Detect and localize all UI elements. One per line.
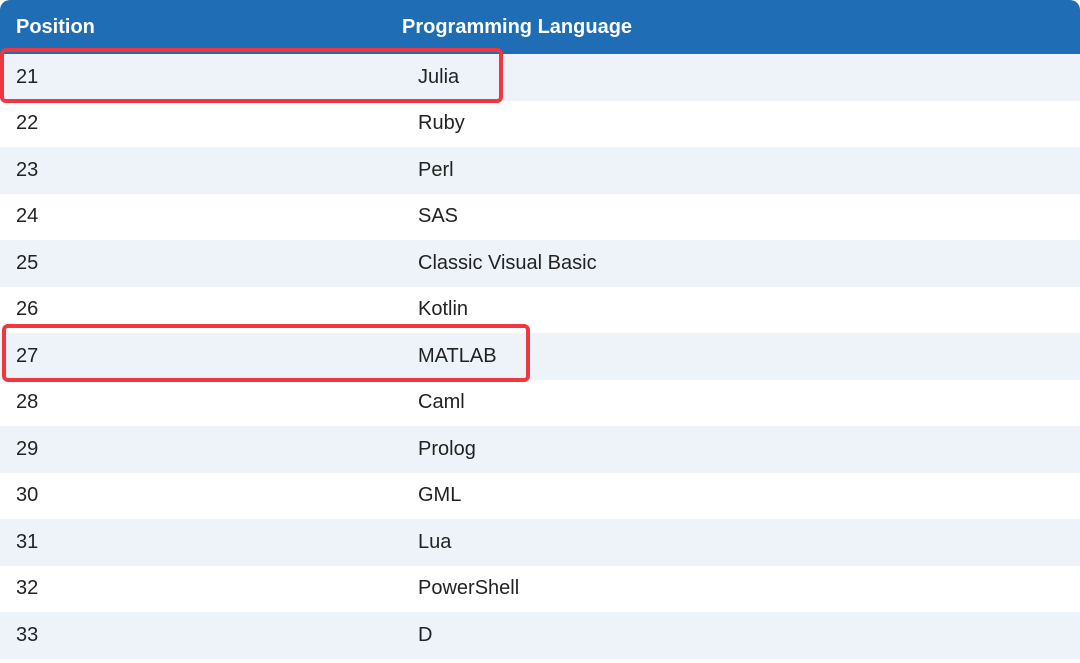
- table-row: 26 Kotlin: [0, 286, 1080, 333]
- table-row: 32 PowerShell: [0, 565, 1080, 612]
- cell-language: PowerShell: [418, 577, 520, 600]
- table-row: 29 Prolog: [0, 426, 1080, 473]
- cell-language: Julia: [418, 65, 460, 88]
- cell-language: Lua: [418, 530, 452, 553]
- table-header-row: Position Programming Language: [0, 0, 1080, 54]
- cell-language: D: [418, 623, 433, 646]
- table-row: 24 SAS: [0, 193, 1080, 240]
- cell-position: 22: [16, 112, 39, 135]
- table-row: 22 Ruby: [0, 100, 1080, 147]
- cell-position: 27: [16, 344, 39, 367]
- cell-position: 23: [16, 158, 39, 181]
- cell-language: Caml: [418, 391, 465, 414]
- cell-language: MATLAB: [418, 344, 497, 367]
- table-row: 25 Classic Visual Basic: [0, 240, 1080, 287]
- table-row: 33 D: [0, 612, 1080, 659]
- cell-position: 29: [16, 437, 39, 460]
- table-row: 30 GML: [0, 472, 1080, 519]
- cell-position: 33: [16, 623, 39, 646]
- cell-language: SAS: [418, 205, 459, 228]
- table-body: 21 Julia 22 Ruby 23 Perl 24 SAS 25 Class…: [0, 54, 1080, 659]
- cell-language: Perl: [418, 158, 454, 181]
- cell-language: Prolog: [418, 437, 476, 460]
- cell-position: 31: [16, 530, 39, 553]
- cell-position: 32: [16, 577, 39, 600]
- table-row: 21 Julia: [0, 54, 1080, 101]
- cell-position: 28: [16, 391, 39, 414]
- cell-position: 24: [16, 205, 39, 228]
- cell-position: 21: [16, 65, 39, 88]
- cell-language: Classic Visual Basic: [418, 251, 597, 274]
- cell-language: Ruby: [418, 112, 465, 135]
- language-ranking-table: Position Programming Language 21 Julia 2…: [0, 0, 1080, 661]
- table-row: 31 Lua: [0, 519, 1080, 566]
- cell-position: 30: [16, 484, 39, 507]
- table-row: 27 MATLAB: [0, 333, 1080, 380]
- table-row: 23 Perl: [0, 147, 1080, 194]
- cell-position: 25: [16, 251, 39, 274]
- header-language: Programming Language: [402, 15, 633, 38]
- table-row: 28 Caml: [0, 379, 1080, 426]
- cell-language: GML: [418, 484, 462, 507]
- cell-position: 26: [16, 298, 39, 321]
- cell-language: Kotlin: [418, 298, 469, 321]
- header-position: Position: [16, 15, 95, 38]
